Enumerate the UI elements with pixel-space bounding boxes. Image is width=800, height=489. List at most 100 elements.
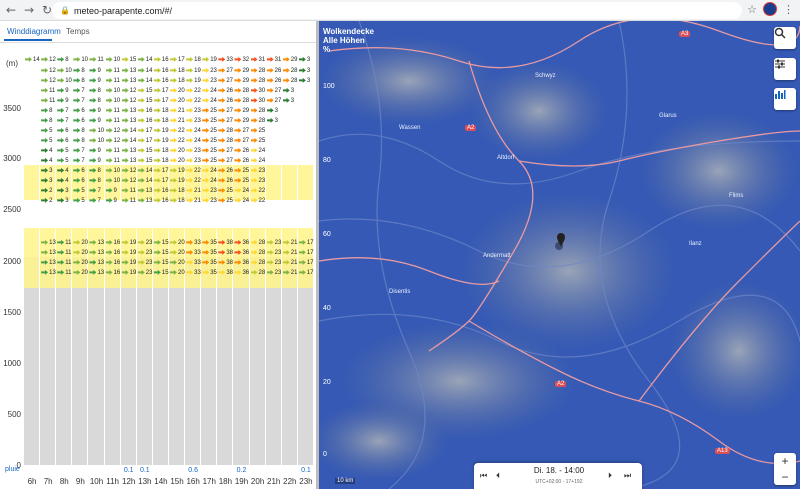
wind-cell: 21 [282,239,297,247]
wind-speed: 13 [145,188,153,194]
wind-arrow-icon [153,107,161,113]
wind-speed: 23 [145,270,153,276]
wind-speed: 11 [113,78,120,84]
wind-arrow-icon [137,197,145,203]
wind-diagram-panel: Winddiagramm Temps (m) 3500 3000 2500 20… [0,21,317,489]
tab-temps[interactable]: Temps [66,27,90,36]
wind-cell: 13 [41,259,56,267]
wind-cell: 11 [105,107,120,115]
wind-arrow-icon [202,117,210,123]
wind-speed: 15 [161,260,169,266]
wind-cell: 6 [57,127,69,135]
search-icon[interactable] [774,27,796,49]
map-layer-title: Wolkendecke Alle Höhen % [323,27,374,54]
sliders-icon[interactable] [774,58,796,80]
wind-speed: 22 [178,138,185,144]
wind-cell: 23 [250,177,265,185]
wind-speed: 11 [49,98,56,104]
wind-speed: 3 [290,88,295,94]
wind-arrow-icon [234,117,242,123]
wind-arrow-icon [250,87,258,93]
wind-speed: 19 [129,270,137,276]
zoom-in-button[interactable]: + [774,453,796,469]
wind-arrow-icon [250,137,258,143]
wind-cell: 15 [153,249,169,257]
wind-speed: 15 [161,240,169,246]
wind-speed: 25 [210,148,217,154]
wind-cell: 8 [73,77,85,85]
wind-speed: 4 [65,168,69,174]
wind-cell: 21 [186,187,201,195]
wind-cell: 3 [282,97,294,105]
url-text: meteo-parapente.com/#/ [73,5,173,16]
step-forward-icon[interactable]: ⏵ [608,471,612,481]
wind-speed: 13 [97,260,105,266]
wind-speed: 19 [161,138,169,144]
wind-cell: 12 [41,77,56,85]
wind-cell: 17 [298,269,314,277]
wind-speed: 16 [113,250,121,256]
wind-speed: 28 [258,270,266,276]
wind-speed: 29 [242,68,250,74]
wind-cell: 9 [89,117,101,125]
bar-chart-icon[interactable] [774,88,796,110]
wind-speed: 28 [258,78,266,84]
place-label: Schwyz [535,73,556,79]
wind-speed: 10 [113,88,121,94]
wind-speed: 15 [145,148,153,154]
wind-cell: 25 [202,137,217,145]
wind-arrow-icon [57,157,65,163]
wind-arrow-icon [202,269,210,275]
wind-cell: 20 [170,97,185,105]
arrow-left-icon[interactable]: ← [2,1,20,19]
wind-speed: 21 [290,250,298,256]
profile-avatar[interactable] [763,2,777,16]
wind-cell: 9 [89,107,101,115]
wind-arrow-icon [218,97,226,103]
wind-cell: 21 [170,117,185,125]
wind-arrow-icon [89,157,97,163]
wind-arrow-icon [266,56,274,62]
wind-speed: 24 [258,148,266,154]
wind-speed: 10 [81,57,89,63]
skip-forward-icon[interactable]: ⏭ [624,471,631,481]
address-bar[interactable]: 🔒 meteo-parapente.com/#/ [52,2,742,19]
wind-arrow-icon [250,56,258,62]
weather-map[interactable]: Wolkendecke Alle Höhen % 100 80 60 40 20… [319,21,800,489]
arrow-right-icon[interactable]: → [20,1,38,19]
tab-winddiagramm[interactable]: Winddiagramm [7,27,61,36]
wind-cell: 23 [137,249,152,257]
wind-speed: 27 [226,78,234,84]
wind-cell: 22 [186,97,201,105]
wind-arrow-icon [186,239,194,245]
wind-arrow-icon [266,87,274,93]
legend-tick: 60 [323,231,331,238]
wind-speed: 12 [49,57,56,63]
wind-speed: 8 [49,118,53,124]
wind-arrow-icon [234,87,242,93]
step-back-icon[interactable]: ⏴ [496,471,500,481]
current-time[interactable]: Di. 18. - 14:00 [524,466,594,475]
skip-back-icon[interactable]: ⏮ [480,471,487,481]
wind-speed: 23 [210,188,217,194]
wind-speed: 22 [194,168,201,174]
bookmark-star-icon[interactable]: ☆ [747,3,757,16]
wind-speed: 10 [113,57,121,63]
wind-speed: 8 [81,68,85,74]
wind-arrow-icon [202,127,210,133]
wind-arrow-icon [121,56,129,62]
wind-arrow-icon [73,117,81,123]
zoom-out-button[interactable]: − [774,469,796,485]
wind-cell: 8 [89,97,101,105]
wind-arrow-icon [298,56,306,62]
wind-arrow-icon [89,269,97,275]
wind-speed: 25 [226,198,234,204]
browser-menu-icon[interactable]: ⋮ [783,3,794,16]
wind-speed: 26 [274,68,282,74]
wind-arrow-icon [137,269,145,275]
wind-speed: 15 [145,158,153,164]
wind-arrow-icon [73,107,81,113]
wind-cell: 21 [170,107,185,115]
wind-speed: 13 [145,198,153,204]
wind-speed: 12 [129,178,137,184]
